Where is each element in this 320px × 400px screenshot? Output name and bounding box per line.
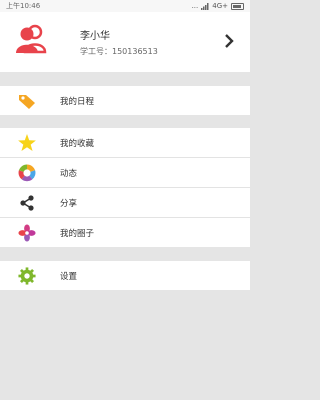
menu-item-settings[interactable]: 设置 (0, 261, 250, 290)
menu-item-my-circle[interactable]: 我的圈子 (0, 218, 250, 247)
signal-icon (201, 2, 209, 10)
aperture-icon (18, 163, 36, 182)
chevron-right-icon[interactable] (224, 34, 234, 48)
network-label: 4G+ (212, 2, 228, 10)
share-icon (18, 194, 36, 212)
employee-id: 学工号：150136513 (80, 47, 158, 56)
users-icon (16, 24, 47, 54)
menu-label: 我的圈子 (60, 228, 95, 239)
menu-label: 我的收藏 (60, 138, 95, 149)
menu-group-social: 我的收藏 动态 分享 我的圈子 (0, 128, 250, 247)
tag-icon (18, 92, 36, 110)
star-icon (18, 134, 36, 152)
profile-header[interactable]: 李小华 学工号：150136513 (0, 12, 250, 72)
menu-label: 分享 (60, 198, 78, 209)
status-icons: ... 4G+ (192, 2, 244, 10)
menu-item-my-schedule[interactable]: 我的日程 (0, 86, 250, 115)
section-gap (0, 72, 250, 86)
menu-item-favorites[interactable]: 我的收藏 (0, 128, 250, 158)
user-name: 李小华 (80, 31, 110, 42)
status-time: 上午10:46 (6, 2, 41, 10)
menu-label: 我的日程 (60, 96, 95, 107)
menu-group-settings: 设置 (0, 261, 250, 290)
circle-flower-icon (18, 223, 36, 242)
battery-icon (231, 2, 244, 10)
gear-icon (18, 266, 36, 285)
section-gap (0, 247, 250, 261)
section-gap (0, 115, 250, 128)
menu-item-share[interactable]: 分享 (0, 188, 250, 218)
menu-item-moments[interactable]: 动态 (0, 158, 250, 188)
status-dots: ... (191, 2, 199, 10)
menu-label: 设置 (60, 271, 78, 282)
menu-label: 动态 (60, 168, 78, 179)
menu-group-schedule: 我的日程 (0, 86, 250, 115)
status-bar: 上午10:46 ... 4G+ (0, 0, 250, 12)
